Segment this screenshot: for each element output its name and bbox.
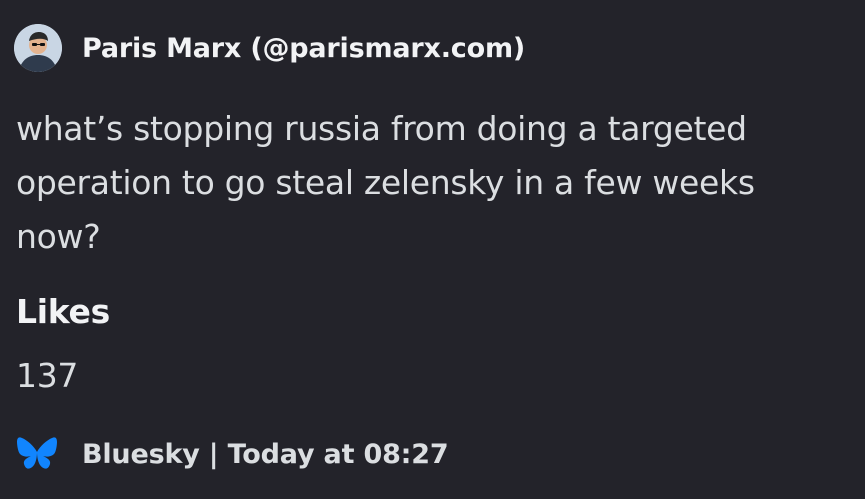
post-text: what’s stopping russia from doing a targ…: [16, 109, 755, 256]
post-embed: Paris Marx (@parismarx.com) what’s stopp…: [0, 0, 865, 499]
embed-author[interactable]: Paris Marx (@parismarx.com): [14, 24, 525, 72]
bluesky-butterfly-icon: [16, 436, 58, 472]
author-name[interactable]: Paris Marx (@parismarx.com): [82, 33, 525, 64]
embed-footer: Bluesky | Today at 08:27: [16, 434, 449, 474]
author-avatar[interactable]: [14, 24, 62, 72]
footer-text: Bluesky | Today at 08:27: [82, 438, 449, 470]
likes-count: 137: [16, 356, 79, 395]
likes-label: Likes: [16, 292, 110, 331]
